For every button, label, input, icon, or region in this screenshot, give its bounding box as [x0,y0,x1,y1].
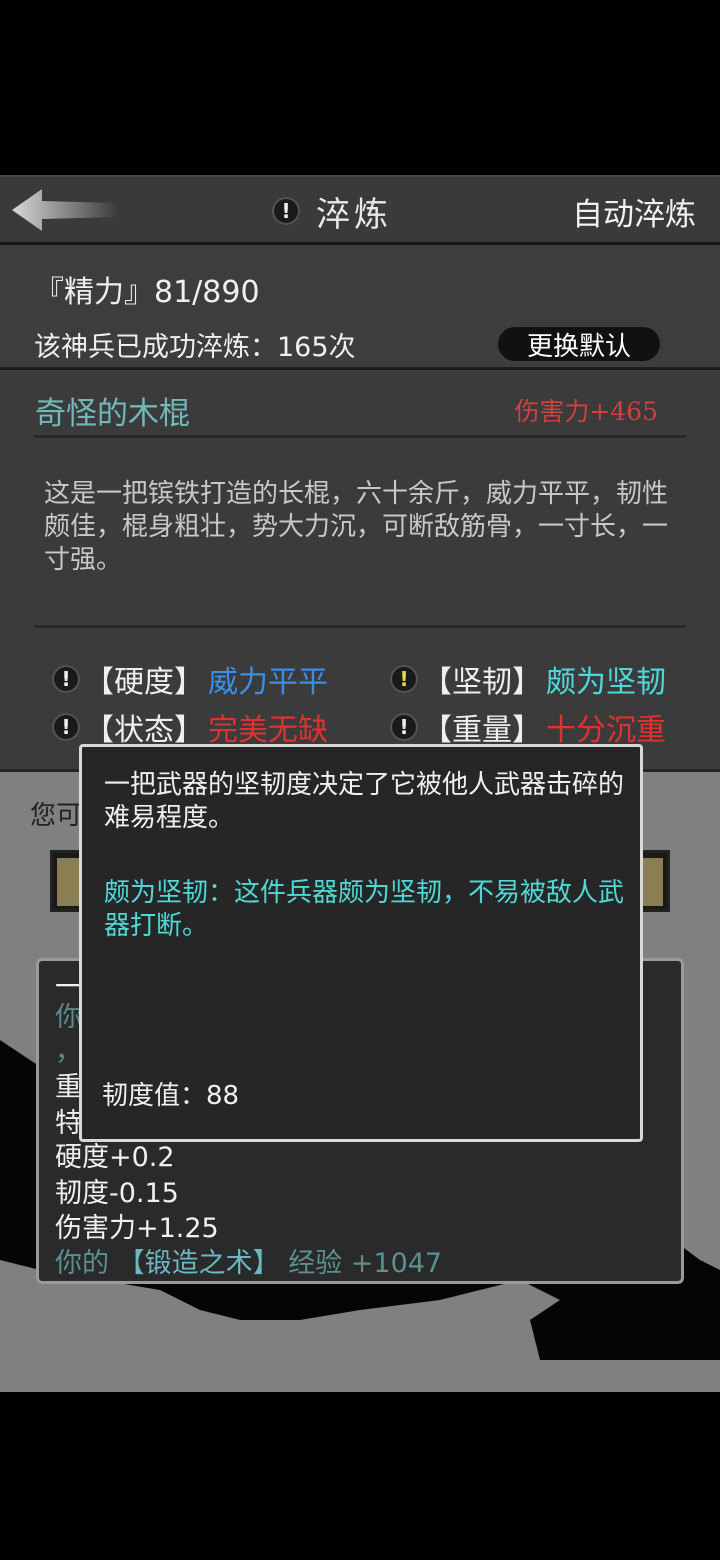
tooltip-description: 一把武器的坚韧度决定了它被他人武器击碎的难易程度。 [104,770,625,833]
energy-readout: 『精力』81/890 [34,275,260,310]
weapon-damage: 伤害力+465 [514,397,658,426]
log-line: 韧度-0.15 [55,1178,179,1209]
refine-info-panel: 『精力』81/890 该神兵已成功淬炼：165次 更换默认 [0,245,720,370]
auto-refine-button[interactable]: 自动淬炼 [572,189,696,234]
exclamation-icon[interactable]: ! [390,665,418,693]
weapon-panel: 奇怪的木棍 伤害力+465 这是一把镔铁打造的长棍，六十余斤，威力平平，韧性颇佳… [0,370,720,772]
skill-exp: 经验 +1047 [288,1248,443,1279]
attribute-value: 完美无缺 [208,713,328,748]
skill-name: 【锻造之术】 [117,1248,280,1279]
attribute-weight[interactable]: ! 【重量】 十分沉重 [390,705,666,749]
divider [34,625,686,628]
exclamation-icon[interactable]: ! [390,713,418,741]
title-group: ! 淬炼 [272,185,392,237]
attribute-value: 颇为坚韧 [546,665,666,700]
attribute-value: 十分沉重 [546,713,666,748]
attribute-label: 【重量】 [422,713,542,748]
attribute-label: 【状态】 [84,713,204,748]
attribute-label: 【坚韧】 [422,665,542,700]
attribute-hardness[interactable]: ! 【硬度】 威力平平 [52,657,328,701]
attribute-condition[interactable]: ! 【状态】 完美无缺 [52,705,328,749]
log-line: 伤害力+1.25 [55,1213,219,1244]
log-line: 重 [55,1072,82,1103]
attribute-value: 威力平平 [208,665,328,700]
tooltip-level-text: 颇为坚韧：这件兵器颇为坚韧，不易被敌人武器打断。 [104,878,625,941]
change-default-button[interactable]: 更换默认 [498,327,660,362]
attribute-toughness[interactable]: ! 【坚韧】 颇为坚韧 [390,657,666,701]
exclamation-icon[interactable]: ! [52,713,80,741]
skill-prefix: 你的 [55,1248,109,1279]
toughness-tooltip: 一把武器的坚韧度决定了它被他人武器击碎的难易程度。 颇为坚韧：这件兵器颇为坚韧，… [79,744,643,1142]
refine-count-text: 该神兵已成功淬炼：165次 [34,332,356,363]
attribute-label: 【硬度】 [84,665,204,700]
exclamation-icon[interactable]: ! [272,197,300,225]
skill-exp-line: 你的 【锻造之术】 经验 +1047 [55,1241,442,1280]
you-can-text: 您可 [30,801,83,831]
divider [34,435,686,438]
log-line: ， [55,1036,82,1067]
weapon-description: 这是一把镔铁打造的长棍，六十余斤，威力平平，韧性颇佳，棍身粗壮，势大力沉，可断敌… [44,479,669,575]
exclamation-icon[interactable]: ! [52,665,80,693]
back-arrow-icon[interactable] [10,187,120,233]
top-bar: ! 淬炼 自动淬炼 [0,175,720,245]
tooltip-value: 韧度值：88 [102,1081,240,1111]
bottom-background [0,1392,720,1560]
page-title: 淬炼 [316,194,392,235]
weapon-name: 奇怪的木棍 [35,396,190,432]
